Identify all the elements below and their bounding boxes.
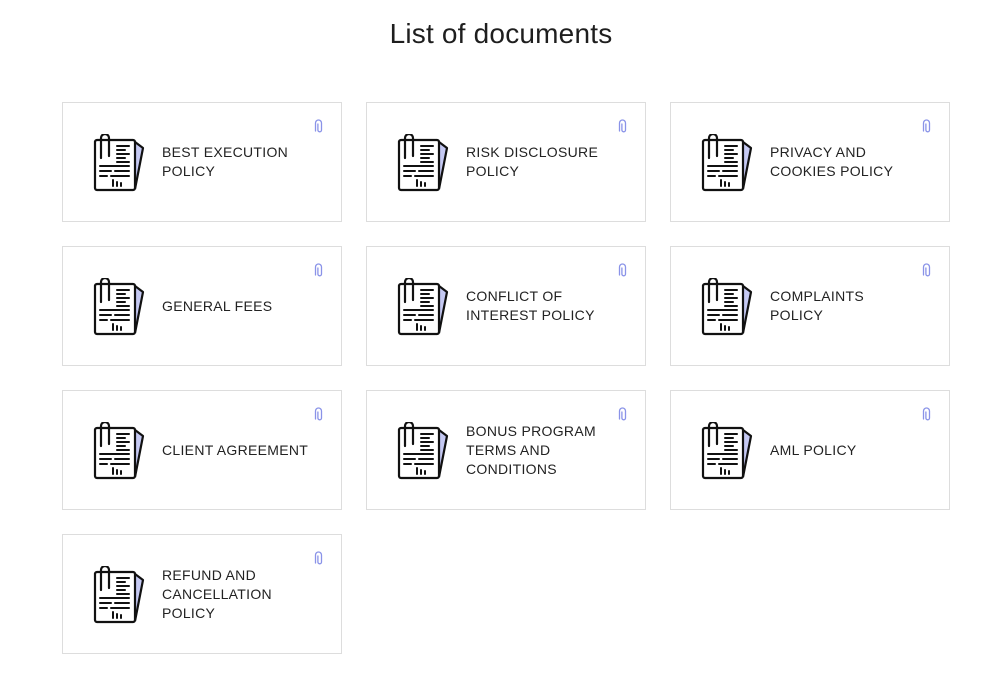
document-card-client-agreement[interactable]: CLIENT AGREEMENT [62, 390, 342, 510]
document-card-aml-policy[interactable]: AML POLICY [670, 390, 950, 510]
document-card-complaints-policy[interactable]: COMPLAINTS POLICY [670, 246, 950, 366]
paperclip-icon[interactable] [314, 407, 323, 422]
document-label: RISK DISCLOSURE POLICY [466, 144, 599, 179]
document-icon [701, 134, 753, 192]
document-icon [397, 278, 449, 336]
document-card-bonus-program-terms-and-conditions[interactable]: BONUS PROGRAM TERMS AND CONDITIONS [366, 390, 646, 510]
document-card-privacy-and-cookies-policy[interactable]: PRIVACY AND COOKIES POLICY [670, 102, 950, 222]
paperclip-icon[interactable] [618, 263, 627, 278]
document-label: BEST EXECUTION POLICY [162, 144, 289, 179]
document-label: GENERAL FEES [162, 297, 273, 314]
document-label: AML POLICY [770, 441, 857, 458]
paperclip-icon[interactable] [922, 407, 931, 422]
document-card-general-fees[interactable]: GENERAL FEES [62, 246, 342, 366]
document-icon [701, 278, 753, 336]
document-icon [397, 134, 449, 192]
paperclip-icon[interactable] [314, 551, 323, 566]
paperclip-icon[interactable] [618, 407, 627, 422]
document-grid: BEST EXECUTION POLICY RISK DISCLOSURE PO… [62, 102, 950, 654]
document-label: CLIENT AGREEMENT [162, 441, 309, 458]
document-icon [397, 422, 449, 480]
document-card-risk-disclosure-policy[interactable]: RISK DISCLOSURE POLICY [366, 102, 646, 222]
document-label: CONFLICT OF INTEREST POLICY [466, 288, 595, 323]
paperclip-icon[interactable] [618, 119, 627, 134]
document-icon [93, 566, 145, 624]
paperclip-icon[interactable] [922, 119, 931, 134]
page-title: List of documents [389, 18, 613, 49]
document-label: PRIVACY AND COOKIES POLICY [770, 144, 894, 179]
document-card-best-execution-policy[interactable]: BEST EXECUTION POLICY [62, 102, 342, 222]
document-label: BONUS PROGRAM TERMS AND CONDITIONS [466, 422, 596, 477]
document-label: COMPLAINTS POLICY [770, 288, 865, 323]
document-icon [93, 422, 145, 480]
document-icon [93, 278, 145, 336]
document-card-conflict-of-interest-policy[interactable]: CONFLICT OF INTEREST POLICY [366, 246, 646, 366]
document-card-refund-and-cancellation-policy[interactable]: REFUND AND CANCELLATION POLICY [62, 534, 342, 654]
paperclip-icon[interactable] [314, 263, 323, 278]
document-icon [701, 422, 753, 480]
document-icon [93, 134, 145, 192]
document-label: REFUND AND CANCELLATION POLICY [162, 566, 272, 621]
paperclip-icon[interactable] [922, 263, 931, 278]
paperclip-icon[interactable] [314, 119, 323, 134]
